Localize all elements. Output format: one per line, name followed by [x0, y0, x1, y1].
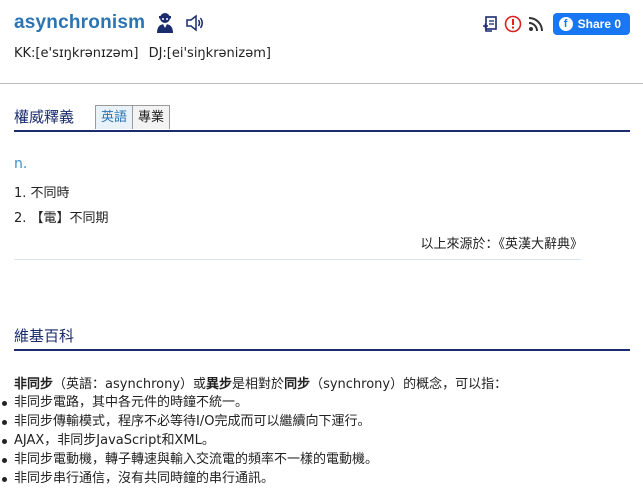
definition-divider: [14, 259, 581, 260]
source-note: 以上來源於：《英漢大辭典》: [420, 237, 583, 252]
headword: asynchronism: [14, 12, 146, 33]
wiki-title: 維基百科: [14, 327, 75, 345]
share-label: Share 0: [577, 17, 621, 31]
notebook-add-icon[interactable]: [481, 15, 499, 33]
toolbar: f Share 0: [481, 13, 630, 35]
entry-header: asynchronism: [14, 12, 205, 34]
list-item: 非同步串行通信，沒有共同時鐘的串行通訊。: [0, 469, 378, 488]
wiki-list: 非同步電路，其中各元件的時鐘不統一。 非同步傳輸模式，程序不必等待I/O完成而可…: [0, 393, 378, 488]
list-item: 非同步電動機，轉子轉速與輸入交流電的頻率不一樣的電動機。: [0, 450, 378, 469]
part-of-speech: n.: [14, 156, 28, 172]
definition-2: 2. 【電】不同期: [14, 211, 109, 226]
intro-text: （synchrony）的概念，可以指：: [310, 377, 508, 392]
tab-english[interactable]: 英語: [95, 105, 134, 129]
authority-divider: [14, 130, 630, 132]
alert-icon[interactable]: [504, 15, 522, 33]
authority-tabs: 英語 專業: [95, 105, 171, 129]
list-item: 非同步電路，其中各元件的時鐘不統一。: [0, 393, 378, 412]
phonetics: KK:[e'sɪŋkrənɪzəm] DJ:[ei'siŋkrənizəm]: [14, 46, 271, 61]
intro-text: （英語：asynchrony）或: [53, 377, 207, 392]
intro-term: 非同步: [14, 377, 54, 392]
facebook-share-button[interactable]: f Share 0: [552, 13, 630, 35]
rss-icon[interactable]: [527, 15, 545, 33]
intro-term: 異步: [206, 377, 233, 392]
authority-section-header: 權威釋義 英語 專業: [14, 104, 630, 130]
list-item: 非同步傳輸模式，程序不必等待I/O完成而可以繼續向下運行。: [0, 412, 378, 431]
user-icon[interactable]: [155, 12, 175, 34]
kk-phonetic: KK:[e'sɪŋkrənɪzəm]: [14, 46, 139, 61]
intro-term: 同步: [284, 377, 311, 392]
tab-professional[interactable]: 專業: [133, 105, 171, 129]
definition-1: 1. 不同時: [14, 186, 70, 201]
list-item: AJAX，非同步JavaScript和XML。: [0, 431, 378, 450]
header-divider: [0, 83, 643, 84]
speaker-icon[interactable]: [185, 14, 205, 32]
facebook-icon: f: [558, 17, 573, 31]
authority-title: 權威釋義: [14, 108, 75, 126]
dj-phonetic: DJ:[ei'siŋkrənizəm]: [148, 46, 271, 61]
intro-text: 是相對於: [232, 377, 285, 392]
wiki-intro: 非同步（英語：asynchrony）或異步是相對於同步（synchrony）的概…: [14, 373, 507, 392]
wiki-divider: [14, 349, 630, 351]
